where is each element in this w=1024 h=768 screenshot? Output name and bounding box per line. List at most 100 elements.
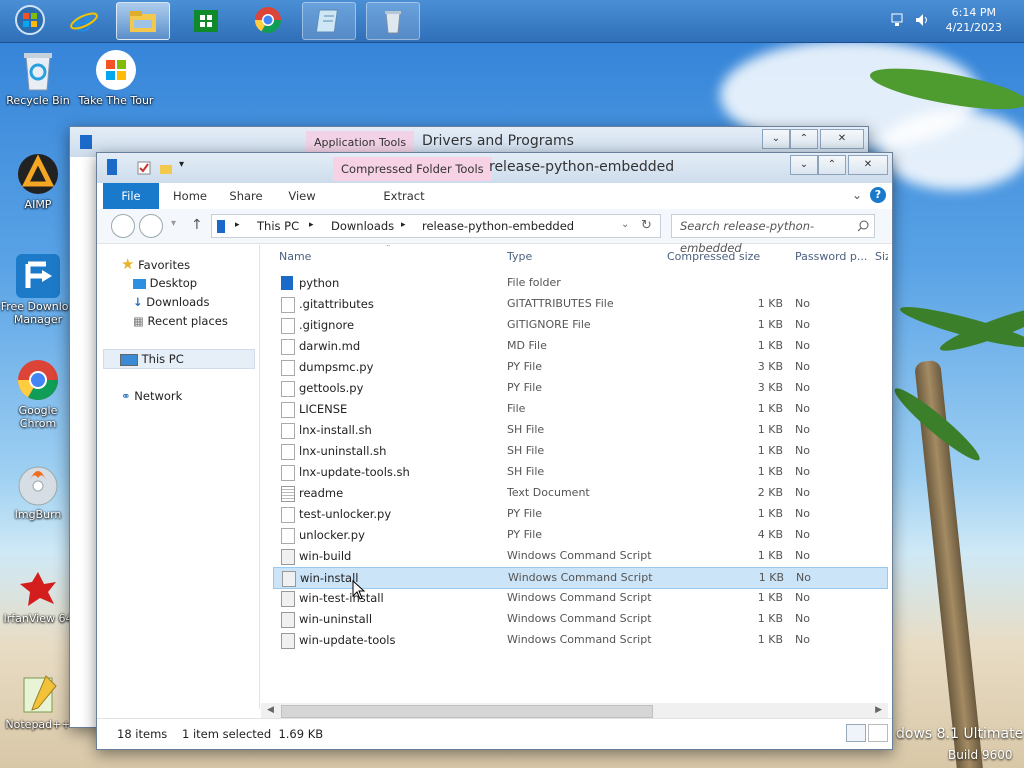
nav-downloads[interactable]: ↓ Downloads bbox=[133, 293, 209, 311]
nav-label: Recent places bbox=[147, 314, 228, 328]
nav-this-pc[interactable]: This PC bbox=[103, 349, 255, 369]
desktop-icon-notepad-plus-plus[interactable]: Notepad++ bbox=[0, 672, 76, 731]
volume-tray-icon[interactable] bbox=[914, 12, 930, 28]
window-titlebar[interactable]: ▾ Compressed Folder Tools release-python… bbox=[97, 153, 892, 183]
search-input[interactable]: Search release-python-embedded bbox=[671, 214, 875, 255]
recent-locations-icon[interactable]: ▾ bbox=[171, 218, 176, 229]
file-compressed-size: 1 KB bbox=[757, 318, 783, 331]
file-icon bbox=[281, 339, 295, 355]
column-header-size[interactable]: Siz bbox=[875, 245, 888, 269]
breadcrumb-downloads[interactable]: Downloads bbox=[331, 215, 394, 237]
nav-label: This PC bbox=[141, 352, 184, 366]
ribbon-tab-home[interactable]: Home bbox=[167, 183, 213, 209]
large-icons-view-icon[interactable] bbox=[868, 724, 888, 742]
file-compressed-size: 4 KB bbox=[757, 528, 783, 541]
help-icon[interactable]: ? bbox=[870, 187, 886, 203]
desktop-icon-imgburn[interactable]: ImgBurn bbox=[0, 462, 76, 521]
file-row[interactable]: python File folder bbox=[273, 273, 888, 293]
breadcrumb-separator-icon[interactable]: ▸ bbox=[235, 220, 240, 230]
file-row[interactable]: readme Text Document 2 KB No bbox=[273, 483, 888, 503]
file-row[interactable]: unlocker.py PY File 4 KB No bbox=[273, 525, 888, 545]
system-clock[interactable]: 6:14 PM 4/21/2023 bbox=[946, 5, 1002, 35]
minimize-button[interactable]: ⌄ bbox=[762, 129, 790, 149]
breadcrumb-this-pc[interactable]: This PC bbox=[257, 215, 299, 237]
file-row[interactable]: lnx-update-tools.sh SH File 1 KB No bbox=[273, 462, 888, 482]
sort-ascending-icon: ⌃ bbox=[385, 245, 392, 252]
file-row[interactable]: .gitignore GITIGNORE File 1 KB No bbox=[273, 315, 888, 335]
desktop-icon-recycle-bin[interactable]: Recycle Bin bbox=[0, 48, 76, 107]
file-row[interactable]: test-unlocker.py PY File 1 KB No bbox=[273, 504, 888, 524]
nav-network[interactable]: ⚭ Network bbox=[121, 387, 182, 405]
nav-favorites[interactable]: ★ Favorites bbox=[121, 255, 190, 273]
file-row[interactable]: win-update-tools Windows Command Script 1 … bbox=[273, 630, 888, 650]
scrollbar-thumb[interactable] bbox=[281, 705, 653, 718]
ribbon-tab-share[interactable]: Share bbox=[223, 183, 269, 209]
address-dropdown-icon[interactable]: ⌄ bbox=[621, 219, 629, 230]
scroll-left-icon[interactable]: ◀ bbox=[267, 705, 274, 715]
file-compressed-size: 1 KB bbox=[757, 633, 783, 646]
properties-quick-icon[interactable] bbox=[137, 161, 151, 175]
desktop-icon-free-download-manager[interactable]: Free Downloa Manager bbox=[0, 254, 76, 326]
file-row[interactable]: lnx-uninstall.sh SH File 1 KB No bbox=[273, 441, 888, 461]
desktop-icon-irfanview[interactable]: IrfanView 64 bbox=[0, 566, 76, 625]
horizontal-scrollbar[interactable]: ◀ ▶ bbox=[261, 703, 888, 719]
compressed-folder-tools-tab[interactable]: Compressed Folder Tools bbox=[333, 157, 492, 181]
file-explorer-taskbar-button[interactable] bbox=[116, 2, 170, 40]
column-header-type[interactable]: Type bbox=[507, 245, 532, 269]
file-row[interactable]: gettools.py PY File 3 KB No bbox=[273, 378, 888, 398]
file-type: PY File bbox=[507, 528, 543, 541]
notepad-plus-plus-icon bbox=[16, 672, 60, 716]
column-header-password[interactable]: Password p... bbox=[795, 245, 867, 269]
desktop-icon-google-chrome[interactable]: Google Chrom bbox=[0, 358, 76, 430]
desktop-icon-aimp[interactable]: AIMP bbox=[0, 152, 76, 211]
breadcrumb-separator-icon[interactable]: ▸ bbox=[401, 220, 406, 230]
file-compressed-size: 1 KB bbox=[758, 571, 784, 584]
scroll-right-icon[interactable]: ▶ bbox=[875, 705, 882, 715]
refresh-icon[interactable]: ↻ bbox=[641, 218, 652, 233]
ribbon-expand-icon[interactable]: ⌄ bbox=[852, 188, 862, 202]
chrome-taskbar-button[interactable] bbox=[242, 2, 294, 38]
breadcrumb-separator-icon[interactable]: ▸ bbox=[309, 220, 314, 230]
close-button[interactable]: ✕ bbox=[848, 155, 888, 175]
file-row[interactable]: dumpsmc.py PY File 3 KB No bbox=[273, 357, 888, 377]
close-button[interactable]: ✕ bbox=[820, 129, 864, 149]
search-icon[interactable] bbox=[857, 220, 869, 232]
column-header-name[interactable]: Name bbox=[279, 245, 311, 269]
ribbon-tab-view[interactable]: View bbox=[279, 183, 325, 209]
minimize-button[interactable]: ⌄ bbox=[790, 155, 818, 175]
nav-recent-places[interactable]: ▦ Recent places bbox=[133, 312, 228, 330]
notepad-taskbar-button[interactable] bbox=[302, 2, 356, 40]
explorer-window[interactable]: ▾ Compressed Folder Tools release-python… bbox=[96, 152, 893, 750]
maximize-button[interactable]: ⌃ bbox=[818, 155, 846, 175]
status-bar: 18 items 1 item selected 1.69 KB bbox=[97, 718, 892, 749]
maximize-button[interactable]: ⌃ bbox=[790, 129, 818, 149]
recycle-bin-icon bbox=[385, 11, 401, 34]
file-type: SH File bbox=[507, 423, 545, 436]
network-tray-icon[interactable] bbox=[890, 12, 906, 28]
quick-access-dropdown-icon[interactable]: ▾ bbox=[179, 159, 184, 170]
file-password-protected: No bbox=[795, 465, 810, 478]
ribbon-tab-file[interactable]: File bbox=[103, 183, 159, 209]
file-row[interactable]: LICENSE File 1 KB No bbox=[273, 399, 888, 419]
store-taskbar-button[interactable] bbox=[180, 2, 232, 38]
breadcrumb-current-folder[interactable]: release-python-embedded bbox=[422, 215, 574, 237]
start-button[interactable] bbox=[4, 2, 56, 38]
up-button[interactable]: ↑ bbox=[191, 217, 203, 233]
file-row[interactable]: .gitattributes GITATTRIBUTES File 1 KB No bbox=[273, 294, 888, 314]
forward-button[interactable] bbox=[139, 214, 163, 238]
new-folder-quick-icon[interactable] bbox=[159, 161, 173, 175]
nav-desktop[interactable]: Desktop bbox=[133, 274, 197, 292]
file-row[interactable]: lnx-install.sh SH File 1 KB No bbox=[273, 420, 888, 440]
column-header-compressed-size[interactable]: Compressed size bbox=[667, 245, 760, 269]
back-button[interactable] bbox=[111, 214, 135, 238]
file-row[interactable]: win-build Windows Command Script 1 KB No bbox=[273, 546, 888, 566]
file-row[interactable]: darwin.md MD File 1 KB No bbox=[273, 336, 888, 356]
internet-explorer-taskbar-button[interactable]: e bbox=[58, 2, 110, 38]
recycle-taskbar-button[interactable] bbox=[366, 2, 420, 40]
desktop-icon-take-the-tour[interactable]: Take The Tour bbox=[78, 48, 154, 107]
windows-tour-icon bbox=[94, 48, 138, 92]
file-row[interactable]: win-uninstall Windows Command Script 1 KB N… bbox=[273, 609, 888, 629]
ribbon-tab-extract[interactable]: Extract bbox=[379, 183, 429, 209]
details-view-icon[interactable] bbox=[846, 724, 866, 742]
desktop-icon-label: Google Chrom bbox=[18, 404, 58, 430]
